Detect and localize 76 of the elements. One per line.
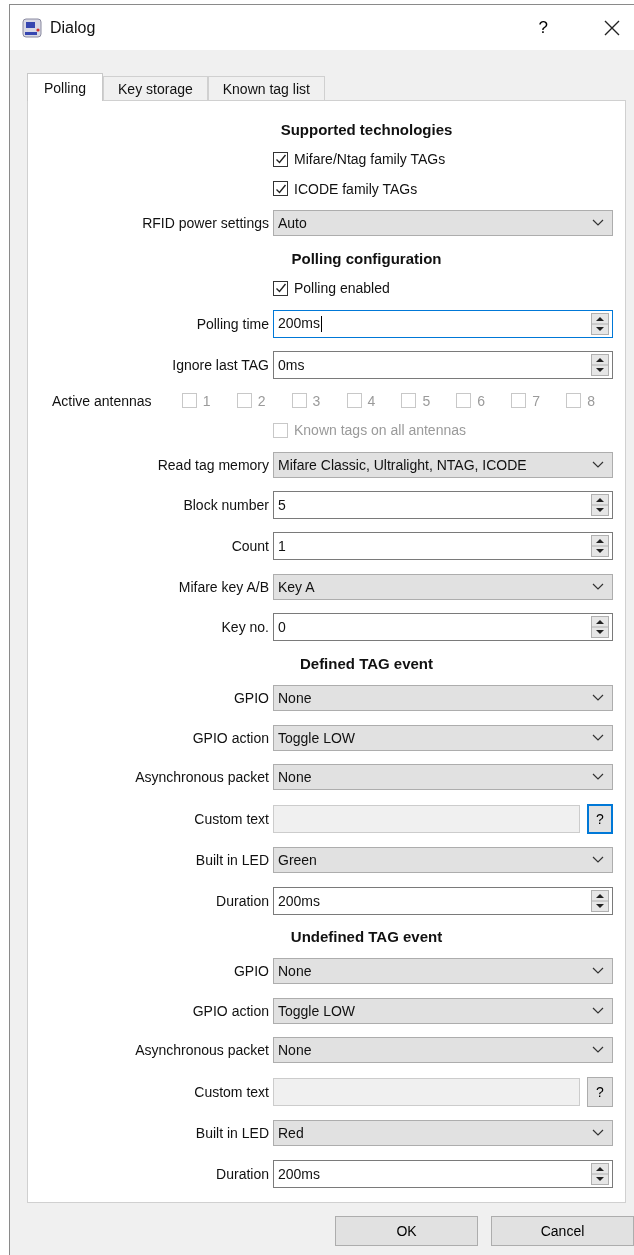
- window-title: Dialog: [50, 18, 96, 37]
- spin-field[interactable]: 200ms: [273, 1159, 613, 1188]
- checkbox[interactable]: Mifare/Ntag family TAGs: [273, 151, 446, 168]
- spin-field[interactable]: 1: [273, 532, 613, 561]
- chevron-down-icon: [592, 773, 604, 782]
- check-icon: [274, 182, 287, 195]
- tab[interactable]: Key storage: [103, 76, 208, 100]
- spin-field[interactable]: 0ms: [273, 351, 613, 380]
- chevron-down-icon: [592, 856, 604, 865]
- field-label: Asynchronous packet: [134, 1042, 269, 1059]
- spin-arrows-icon[interactable]: [591, 494, 609, 516]
- section-heading: Supported technologies: [279, 121, 454, 138]
- dropdown[interactable]: Toggle LOW: [273, 724, 613, 751]
- section-heading: Polling configuration: [290, 249, 443, 267]
- field-label: Built in LED: [194, 1125, 269, 1142]
- spin-field[interactable]: 200ms: [273, 309, 613, 338]
- field-label: Count: [230, 538, 269, 555]
- field-label: Asynchronous packet: [134, 769, 269, 786]
- field-label: GPIO: [233, 963, 269, 980]
- field-label: Key no.: [220, 619, 269, 636]
- spin-arrows-icon[interactable]: [591, 535, 609, 558]
- close-icon[interactable]: [604, 19, 620, 36]
- dropdown[interactable]: None: [273, 958, 613, 985]
- field-label: Ignore last TAG: [171, 357, 269, 374]
- dropdown[interactable]: None: [273, 1037, 613, 1064]
- checkbox[interactable]: Polling enabled: [273, 280, 390, 297]
- section-heading: Undefined TAG event: [289, 927, 444, 945]
- field-label: Custom text: [193, 810, 269, 827]
- chevron-down-icon: [592, 219, 604, 228]
- field-label: Read tag memory: [156, 456, 269, 473]
- chevron-down-icon: [592, 1046, 604, 1055]
- chevron-down-icon: [592, 582, 604, 591]
- check-icon: [274, 153, 287, 166]
- dropdown[interactable]: Green: [273, 847, 613, 874]
- spin-arrows-icon[interactable]: [591, 889, 609, 912]
- spin-arrows-icon[interactable]: [591, 312, 609, 335]
- app-icon: [22, 17, 42, 38]
- dialog-button[interactable]: Cancel: [491, 1216, 634, 1246]
- dropdown[interactable]: Key A: [273, 573, 613, 600]
- tab[interactable]: Polling: [27, 73, 104, 101]
- dropdown[interactable]: Toggle LOW: [273, 997, 613, 1024]
- dropdown[interactable]: Auto: [273, 210, 613, 237]
- spin-arrows-icon[interactable]: [591, 354, 609, 377]
- field-label: RFID power settings: [141, 215, 269, 232]
- field-label: Block number: [182, 497, 269, 513]
- section-heading: Defined TAG event: [298, 654, 435, 672]
- dropdown[interactable]: None: [273, 685, 613, 712]
- dropdown[interactable]: None: [273, 764, 613, 791]
- field-label: Active antennas: [52, 392, 152, 409]
- field-label: Built in LED: [194, 852, 269, 869]
- spin-field[interactable]: 200ms: [273, 886, 613, 915]
- chevron-down-icon: [592, 1129, 604, 1138]
- dropdown[interactable]: Mifare Classic, Ultralight, NTAG, ICODE: [273, 451, 613, 478]
- spin-arrows-icon[interactable]: [591, 1162, 609, 1185]
- spin-field[interactable]: 0: [273, 613, 613, 642]
- field-label: Custom text: [193, 1083, 269, 1100]
- spin-arrows-icon[interactable]: [591, 616, 609, 639]
- field-label: Polling time: [195, 315, 269, 332]
- chevron-down-icon: [592, 460, 604, 469]
- chevron-down-icon: [592, 967, 604, 976]
- dropdown[interactable]: Red: [273, 1120, 613, 1147]
- field-label: Mifare key A/B: [177, 578, 269, 595]
- chevron-down-icon: [592, 733, 604, 742]
- field-label: Duration: [215, 892, 269, 909]
- field-label: Duration: [215, 1165, 269, 1182]
- help-button[interactable]: ?: [530, 13, 556, 42]
- spin-field[interactable]: 5: [273, 491, 613, 519]
- checkbox[interactable]: ICODE family TAGs: [273, 180, 418, 197]
- chevron-down-icon: [592, 1006, 604, 1015]
- field-label: GPIO action: [191, 729, 269, 746]
- field-label: GPIO action: [191, 1002, 269, 1019]
- check-icon: [274, 282, 287, 295]
- tab[interactable]: Known tag list: [207, 76, 325, 100]
- chevron-down-icon: [592, 694, 604, 703]
- dialog-button[interactable]: OK: [335, 1216, 478, 1246]
- field-label: GPIO: [233, 690, 269, 707]
